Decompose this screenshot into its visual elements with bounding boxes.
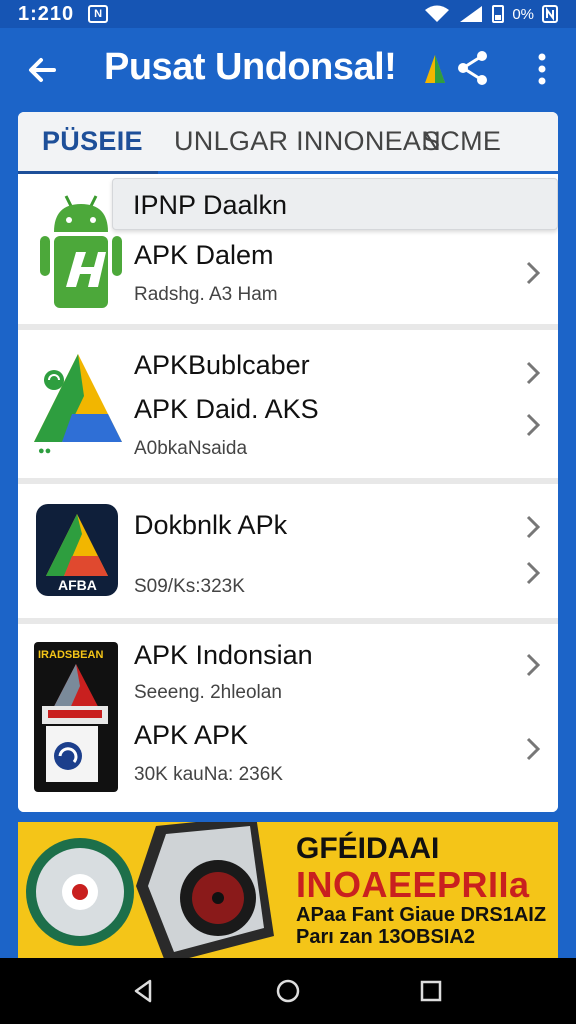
- item-subtitle: S09/Ks:323K: [134, 576, 245, 597]
- triangle-logo-icon: ●●: [34, 354, 122, 457]
- svg-text:●●: ●●: [38, 445, 51, 457]
- banner-subtext-2: Parı zan 13OBSIA2: [296, 926, 475, 948]
- tab-scme[interactable]: SCME: [422, 126, 501, 157]
- item-title-secondary: APK Daid. AKS: [134, 394, 319, 424]
- nfc-icon: [542, 5, 558, 23]
- tab-unggahan[interactable]: UNLGAR INNONEAN: [174, 126, 441, 157]
- status-right-group: 0%: [424, 5, 558, 23]
- promo-banner[interactable]: GFÉIDAAI INOAEEPRIIa APaa Fant Giaue DRS…: [18, 822, 558, 958]
- app-title: Pusat Undonsal!: [104, 46, 397, 88]
- back-triangle-icon[interactable]: [130, 978, 156, 1004]
- item-title: APKBublcaber: [134, 350, 310, 380]
- notification-icon: N: [88, 5, 109, 23]
- system-nav-bar: [0, 958, 576, 1024]
- chevron-right-icon[interactable]: [524, 260, 542, 286]
- chevron-right-icon[interactable]: [524, 360, 542, 386]
- tab-pusat[interactable]: PÜSEIE: [42, 126, 143, 157]
- chevron-right-icon[interactable]: [524, 412, 542, 438]
- item-title-secondary: APK APK: [134, 720, 249, 750]
- banner-title: INOAEEPRIIa: [296, 864, 530, 905]
- app-bar: Pusat Undonsal!: [0, 28, 576, 110]
- item-subtitle: Radshg. A3 Ham: [134, 284, 278, 305]
- search-chip[interactable]: IPNP Daalkn: [112, 178, 558, 230]
- list-item[interactable]: AFBA Dokbnlk APk S09/Ks:323K: [18, 484, 558, 618]
- banner-subtext: APaa Fant Giaue DRS1AIZ: [296, 904, 547, 926]
- svg-text:IRADSBEAN: IRADSBEAN: [38, 649, 103, 661]
- item-subtitle-secondary: 30K kauNa: 236K: [134, 764, 283, 785]
- cell-signal-icon: [460, 6, 483, 22]
- status-time: 1:210: [18, 2, 75, 25]
- item-subtitle: A0bkaNsaida: [134, 438, 248, 459]
- gradient-a-logo-icon: AFBA: [36, 504, 118, 596]
- svg-text:AFBA: AFBA: [58, 577, 97, 593]
- status-bar: 1:210 N 0%: [0, 0, 576, 28]
- battery-text: 0%: [512, 5, 534, 23]
- list-item[interactable]: IRADSBEAN APK Indonsian Seeeng. 2hleolan…: [18, 624, 558, 812]
- banner-headline: GFÉIDAAI: [296, 832, 440, 865]
- search-chip-text: IPNP Daalkn: [133, 190, 288, 220]
- chevron-right-icon[interactable]: [524, 736, 542, 762]
- item-title: Dokbnlk APk: [134, 510, 288, 540]
- chevron-right-icon[interactable]: [524, 514, 542, 540]
- more-vert-icon[interactable]: [530, 52, 554, 86]
- main-card: PÜSEIE UNLGAR INNONEAN SCME APK Dalem Ra…: [18, 112, 558, 812]
- share-icon[interactable]: [456, 50, 490, 86]
- robot-box-icon: IRADSBEAN: [34, 642, 118, 792]
- speaker-device-icon: [136, 822, 274, 958]
- list-item[interactable]: ●● APKBublcaber APK Daid. AKS A0bkaNsaid…: [18, 330, 558, 478]
- recents-square-icon[interactable]: [418, 978, 444, 1004]
- home-circle-icon[interactable]: [275, 978, 301, 1004]
- chevron-right-icon[interactable]: [524, 652, 542, 678]
- brand-triangle-icon: [425, 55, 445, 83]
- disc-icon: [26, 838, 134, 946]
- battery-icon: [492, 5, 505, 23]
- chevron-right-icon[interactable]: [524, 560, 542, 586]
- item-title: APK Dalem: [134, 240, 274, 270]
- back-arrow-icon[interactable]: [24, 52, 60, 88]
- wifi-icon: [425, 5, 450, 22]
- item-title: APK Indonsian: [134, 640, 313, 670]
- item-subtitle: Seeeng. 2hleolan: [134, 682, 282, 703]
- tab-bar: PÜSEIE UNLGAR INNONEAN SCME: [18, 112, 558, 174]
